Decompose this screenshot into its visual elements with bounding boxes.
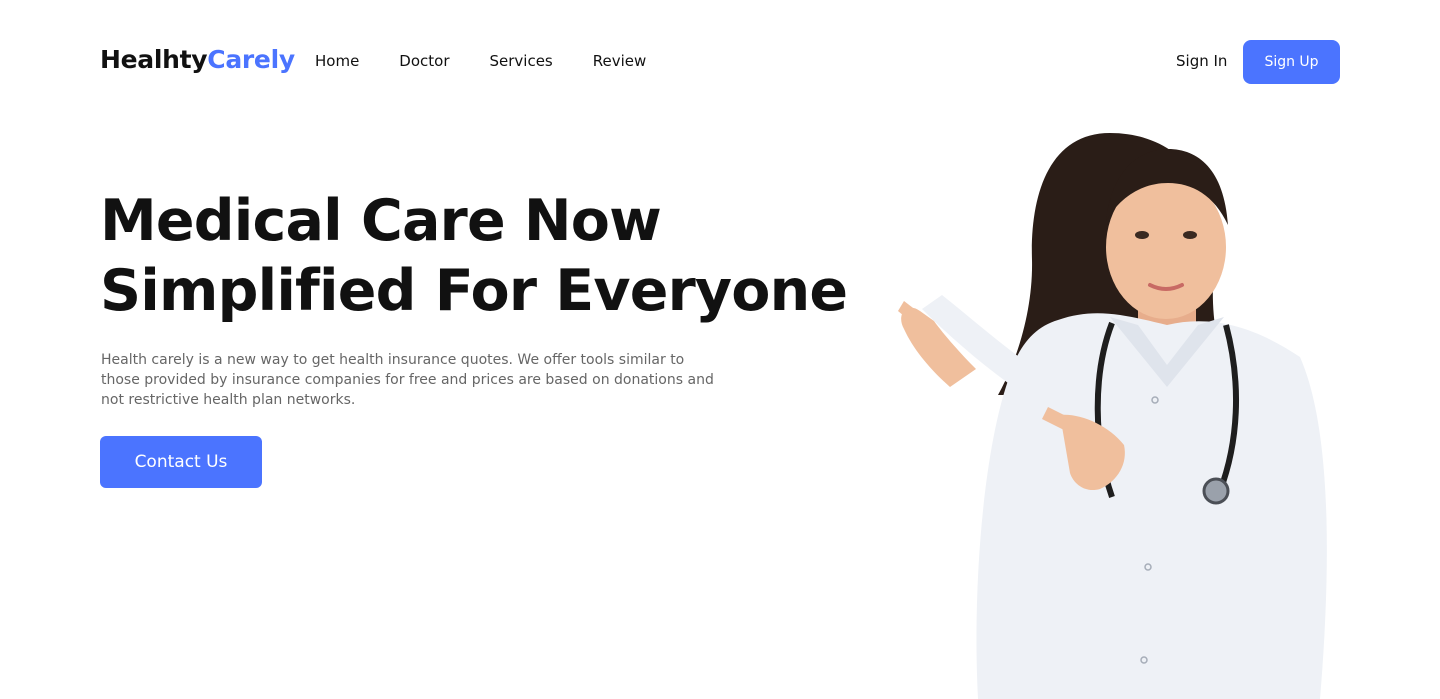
hero-description: Health carely is a new way to get health… (101, 352, 714, 408)
nav-doctor[interactable]: Doctor (399, 52, 449, 70)
main-nav: Home Doctor Services Review (315, 52, 646, 70)
doctor-illustration (898, 133, 1327, 699)
brand-name-part1: Healhty (100, 45, 208, 74)
sign-in-link[interactable]: Sign In (1176, 52, 1227, 70)
nav-home[interactable]: Home (315, 52, 359, 70)
hero-title-line2: Simplified For Everyone (100, 258, 848, 324)
contact-us-button[interactable]: Contact Us (100, 436, 262, 488)
hero-title-line1: Medical Care Now (100, 188, 662, 254)
nav-services[interactable]: Services (490, 52, 553, 70)
nav-review[interactable]: Review (593, 52, 647, 70)
brand-logo[interactable]: HealhtyCarely (100, 45, 295, 74)
hero-title: Medical Care Now Simplified For Everyone (100, 186, 848, 326)
brand-name-part2: Carely (207, 45, 295, 74)
sign-up-button[interactable]: Sign Up (1243, 40, 1340, 84)
